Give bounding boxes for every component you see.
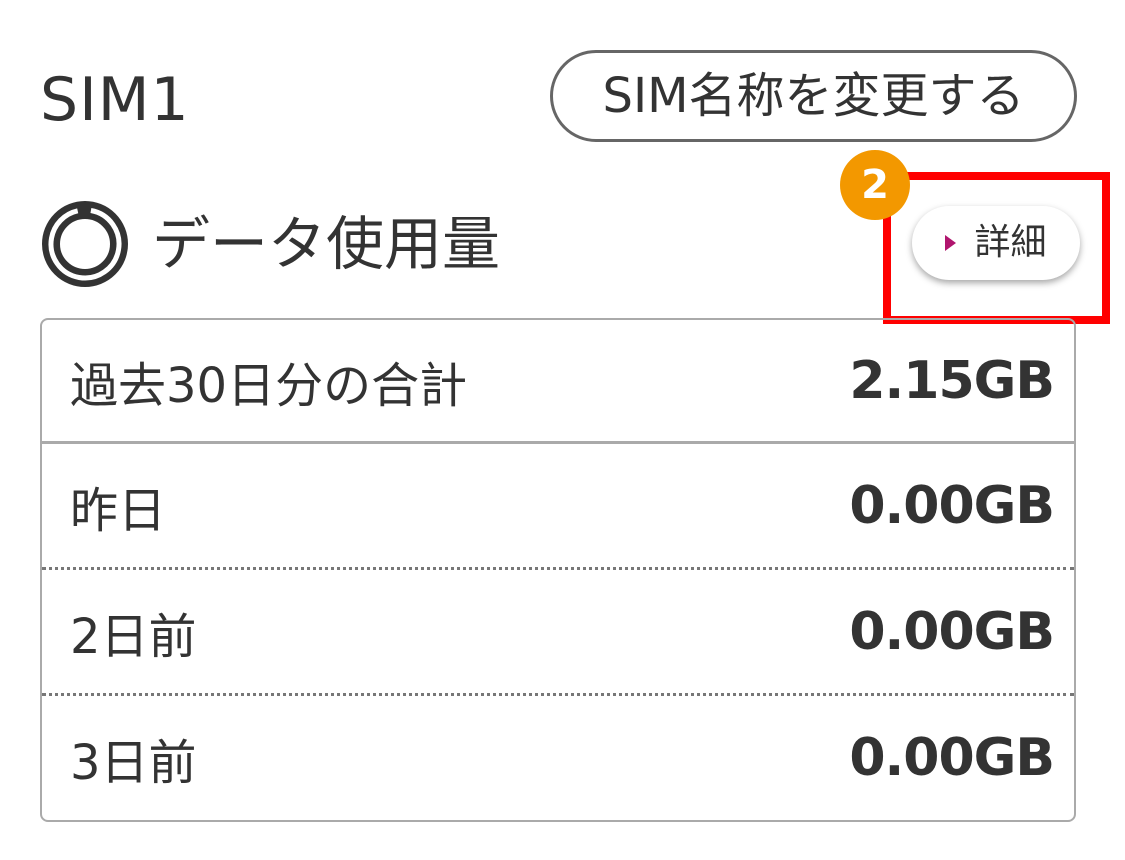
- table-row: 2日前 0.00GB: [42, 570, 1074, 696]
- row-label: 過去30日分の合計: [70, 357, 468, 414]
- data-usage-header: データ使用量: [40, 196, 500, 292]
- sim-usage-panel: SIM1 SIM名称を変更する データ使用量 詳細 2 過去30日分の合計 2.…: [0, 0, 1125, 860]
- table-row: 昨日 0.00GB: [42, 444, 1074, 570]
- row-value: 2.15GB: [849, 350, 1055, 411]
- row-label: 3日前: [70, 735, 197, 791]
- table-row: 3日前 0.00GB: [42, 696, 1074, 820]
- table-row-total: 過去30日分の合計 2.15GB: [42, 320, 1074, 444]
- usage-table: 過去30日分の合計 2.15GB 昨日 0.00GB 2日前 0.00GB 3日…: [40, 318, 1076, 822]
- rename-sim-button[interactable]: SIM名称を変更する: [550, 50, 1077, 142]
- row-label: 昨日: [70, 482, 167, 539]
- sim-title: SIM1: [40, 65, 190, 135]
- step-number-badge: 2: [840, 150, 910, 220]
- row-value: 0.00GB: [849, 728, 1055, 788]
- annotation-highlight-box: [883, 172, 1110, 324]
- row-label: 2日前: [70, 608, 197, 665]
- row-value: 0.00GB: [849, 601, 1055, 662]
- row-value: 0.00GB: [849, 475, 1055, 536]
- donut-chart-icon: [42, 201, 128, 287]
- data-usage-title: データ使用量: [152, 210, 501, 278]
